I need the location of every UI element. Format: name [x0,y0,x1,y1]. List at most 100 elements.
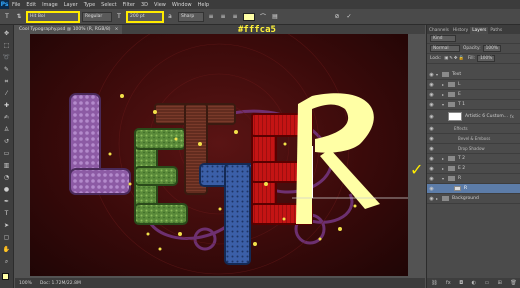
shape-tool-icon[interactable]: ▢ [2,233,11,242]
align-right-icon[interactable]: ≡ [231,13,239,21]
crop-tool-icon[interactable]: ⌗ [2,77,11,86]
layer-row[interactable]: ◉ ▸ L [427,80,520,90]
trash-icon[interactable]: 🗑 [510,280,516,286]
text-color-swatch[interactable] [243,12,255,21]
document-tab[interactable]: Cool Typography.psd @ 100% (R, RGB/8) × [15,25,123,34]
tab-channels[interactable]: Channels [427,27,451,34]
history-brush-icon[interactable]: ↺ [2,137,11,146]
visibility-eye-icon[interactable]: ◉ [427,146,436,152]
lock-label: Lock: [430,56,442,61]
menu-type[interactable]: Type [84,2,95,8]
menu-filter[interactable]: Filter [123,2,135,8]
close-icon[interactable]: × [115,27,119,32]
align-center-icon[interactable]: ≡ [219,13,227,21]
layer-row[interactable]: ◉ ▾ T 1 [427,100,520,110]
layer-row[interactable]: ◉ ▸ Background [427,194,520,204]
menu-select[interactable]: Select [101,2,116,8]
warp-text-icon[interactable]: ⌒ [259,13,267,21]
path-select-tool-icon[interactable]: ➤ [2,221,11,230]
menu-view[interactable]: View [154,2,166,8]
cancel-icon[interactable]: ⊘ [333,13,341,21]
menu-layer[interactable]: Layer [64,2,78,8]
layer-row[interactable]: ◉ ▸ T 2 [427,154,520,164]
visibility-eye-icon[interactable]: ◉ [427,92,436,98]
tab-paths[interactable]: Paths [488,27,504,34]
effects-row[interactable]: ◉ Effects [427,124,520,134]
gradient-tool-icon[interactable]: ▥ [2,161,11,170]
orientation-toggle-icon[interactable]: ⇅ [15,13,23,21]
font-size-icon: T [117,13,121,20]
pen-tool-icon[interactable]: ✒ [2,197,11,206]
visibility-eye-icon[interactable]: ◉ [427,102,436,108]
visibility-eye-icon[interactable]: ◉ [427,114,436,120]
adjustment-icon[interactable]: ◐ [472,280,476,286]
quick-select-tool-icon[interactable]: ✎ [2,65,11,74]
group-icon[interactable]: ▭ [484,280,489,286]
visibility-eye-icon[interactable]: ◉ [427,82,436,88]
layer-row[interactable]: ◉ ▸ E 2 [427,164,520,174]
fx-icon[interactable]: fx [510,114,514,119]
type-tool-icon[interactable]: T [2,209,11,218]
tab-history[interactable]: History [451,27,470,34]
menu-file[interactable]: File [12,2,20,8]
document-canvas[interactable] [30,34,408,276]
visibility-eye-icon[interactable]: ◉ [427,176,436,182]
hand-tool-icon[interactable]: ✋ [2,245,11,254]
opacity-input[interactable]: 100% [482,45,501,52]
lasso-tool-icon[interactable]: ➰ [2,53,11,62]
visibility-eye-icon[interactable]: ◉ [427,156,436,162]
layer-filter-select[interactable]: Kind [430,35,456,42]
layer-name: E 2 [458,166,466,171]
effect-row[interactable]: ◉ Bevel & Emboss [427,134,520,144]
tab-layers[interactable]: Layers [470,27,489,34]
brush-tool-icon[interactable]: ✍ [2,113,11,122]
menu-help[interactable]: Help [198,2,209,8]
fx-menu-icon[interactable]: fx [446,280,451,286]
layer-row[interactable]: ◉ Artistic 6 Custom... fx [427,110,520,124]
visibility-eye-icon[interactable]: ◉ [427,186,436,192]
menu-image[interactable]: Image [42,2,58,8]
healing-tool-icon[interactable]: ✚ [2,101,11,110]
visibility-eye-icon[interactable]: ◉ [427,166,436,172]
folder-icon [442,196,449,201]
link-icon[interactable]: ⛓ [431,280,437,286]
layer-row[interactable]: ◉ ▾ Text [427,70,520,80]
layer-row[interactable]: ◉ ▾ R [427,174,520,184]
layer-row-selected[interactable]: ◉ R [427,184,520,194]
align-left-icon[interactable]: ≡ [207,13,215,21]
visibility-eye-icon[interactable]: ◉ [427,196,436,202]
zoom-tool-icon[interactable]: ⌕ [2,257,11,266]
move-tool-icon[interactable]: ✥ [2,29,11,38]
type-tool-icon[interactable]: T [3,13,11,21]
lock-icons[interactable]: ▣✎✥🔒 [444,56,465,61]
menu-edit[interactable]: Edit [26,2,36,8]
font-family-select[interactable]: Hit Bol [27,11,79,22]
commit-check-icon[interactable]: ✓ [345,13,353,21]
fill-input[interactable]: 100% [477,55,496,62]
font-size-select[interactable]: 200 pt [127,11,163,22]
blend-mode-select[interactable]: Normal [430,45,460,52]
visibility-eye-icon[interactable]: ◉ [427,72,436,78]
zoom-level[interactable]: 100% [19,281,32,286]
layer-name: E [458,92,461,97]
eraser-tool-icon[interactable]: ▭ [2,149,11,158]
foreground-color[interactable] [1,273,9,280]
antialias-select[interactable]: Sharp [178,11,204,22]
font-style-select[interactable]: Regular [82,11,112,22]
visibility-eye-icon[interactable]: ◉ [427,136,436,142]
dodge-tool-icon[interactable]: ● [2,185,11,194]
blur-tool-icon[interactable]: ◔ [2,173,11,182]
menu-3d[interactable]: 3D [141,2,148,8]
menu-window[interactable]: Window [172,2,192,8]
layer-row[interactable]: ◉ ▸ E [427,90,520,100]
visibility-eye-icon[interactable]: ◉ [427,126,436,132]
mask-icon[interactable]: ◘ [459,280,463,286]
eyedropper-tool-icon[interactable]: ⁄ [2,89,11,98]
marquee-tool-icon[interactable]: ⬚ [2,41,11,50]
effect-row[interactable]: ◉ Drop Shadow [427,144,520,154]
new-layer-icon[interactable]: ⊞ [498,280,502,286]
character-panel-icon[interactable]: ▤ [271,13,279,21]
stamp-tool-icon[interactable]: ♙ [2,125,11,134]
color-swatches[interactable] [1,273,12,285]
document-tab-title: Cool Typography.psd @ 100% (R, RGB/8) [19,27,111,32]
